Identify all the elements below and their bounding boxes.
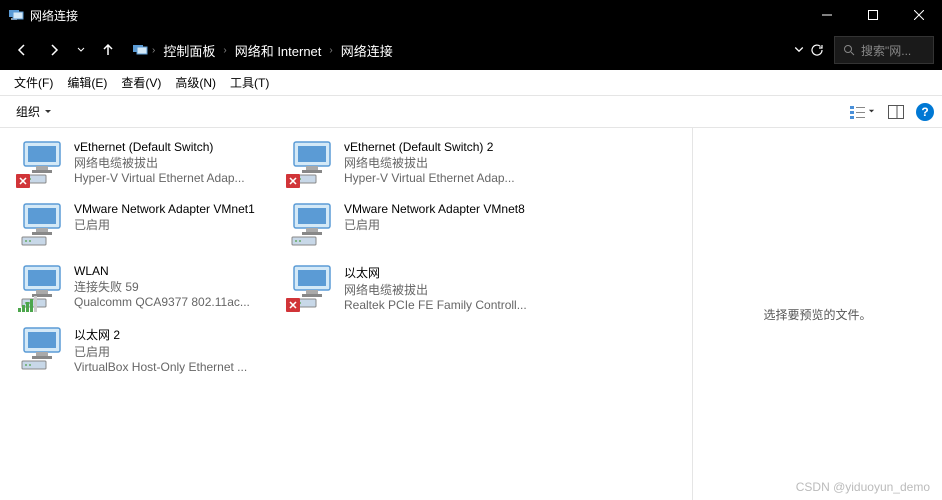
maximize-button[interactable] [850,0,896,30]
navigation-bar: › 控制面板 › 网络和 Internet › 网络连接 搜索"网... [0,30,942,70]
connection-device: Qualcomm QCA9377 802.11ac... [74,295,280,309]
title-bar: 网络连接 [0,0,942,30]
organize-button[interactable]: 组织 [8,100,60,123]
connection-status: 网络电缆被拔出 [344,154,550,171]
preview-pane-icon [888,105,904,119]
menu-view[interactable]: 查看(V) [115,72,167,93]
watermark: CSDN @yiduoyun_demo [796,480,930,494]
connection-device: Realtek PCIe FE Family Controll... [344,298,550,312]
connection-name: vEthernet (Default Switch) [74,140,280,154]
connection-status: 已启用 [344,216,550,233]
preview-empty-text: 选择要预览的文件。 [763,306,871,323]
connection-name: VMware Network Adapter VMnet1 [74,202,280,216]
connection-status: 连接失败 59 [74,278,280,295]
network-adapter-icon [18,264,66,312]
connection-device: VirtualBox Host-Only Ethernet ... [74,360,280,374]
connection-name: VMware Network Adapter VMnet8 [344,202,550,216]
connection-status: 已启用 [74,216,280,233]
search-placeholder: 搜索"网... [861,42,911,59]
chevron-right-icon: › [152,45,155,56]
menu-bar: 文件(F) 编辑(E) 查看(V) 高级(N) 工具(T) [0,70,942,96]
up-button[interactable] [94,36,122,64]
forward-button[interactable] [40,36,68,64]
help-button[interactable]: ? [916,103,934,121]
close-button[interactable] [896,0,942,30]
connection-device: Hyper-V Virtual Ethernet Adap... [344,171,550,185]
connection-device: Hyper-V Virtual Ethernet Adap... [74,171,280,185]
toolbar: 组织 ? [0,96,942,128]
disconnected-icon: ✕ [286,298,300,312]
connection-item[interactable]: ✕ vEthernet (Default Switch) 2 网络电缆被拔出 H… [284,138,554,200]
network-adapter-icon: ✕ [288,140,336,188]
connection-status: 已启用 [74,343,280,360]
network-adapter-icon [288,202,336,250]
chevron-down-icon[interactable] [794,45,804,55]
preview-pane-button[interactable] [882,100,910,124]
menu-tools[interactable]: 工具(T) [224,72,275,93]
preview-pane: 选择要预览的文件。 [692,128,942,500]
location-icon [132,42,148,58]
breadcrumb-item[interactable]: 控制面板 [159,39,219,62]
refresh-icon[interactable] [810,43,824,57]
chevron-right-icon: › [223,45,226,56]
connection-item[interactable]: ✕ 以太网 网络电缆被拔出 Realtek PCIe FE Family Con… [284,262,554,324]
disconnected-icon: ✕ [286,174,300,188]
back-button[interactable] [8,36,36,64]
network-adapter-icon: ✕ [18,140,66,188]
connection-status: 网络电缆被拔出 [344,281,550,298]
connections-list: ✕ vEthernet (Default Switch) 网络电缆被拔出 Hyp… [0,128,692,500]
chevron-down-icon [44,108,52,116]
recent-dropdown[interactable] [72,36,90,64]
chevron-down-icon [868,108,875,115]
address-bar[interactable]: › 控制面板 › 网络和 Internet › 网络连接 [126,36,830,64]
search-icon [843,44,855,56]
disconnected-icon: ✕ [16,174,30,188]
search-input[interactable]: 搜索"网... [834,36,934,64]
network-adapter-icon [18,202,66,250]
network-adapter-icon [18,326,66,374]
connection-item[interactable]: ✕ vEthernet (Default Switch) 网络电缆被拔出 Hyp… [14,138,284,200]
wifi-signal-icon [18,296,37,312]
network-adapter-icon: ✕ [288,264,336,312]
connection-name: 以太网 2 [74,326,280,343]
window-title: 网络连接 [30,7,804,24]
connection-item[interactable]: WLAN 连接失败 59 Qualcomm QCA9377 802.11ac..… [14,262,284,324]
minimize-button[interactable] [804,0,850,30]
chevron-right-icon: › [329,45,332,56]
connection-status: 网络电缆被拔出 [74,154,280,171]
app-icon [8,7,24,23]
menu-edit[interactable]: 编辑(E) [61,72,113,93]
breadcrumb-item[interactable]: 网络和 Internet [231,39,326,62]
connection-item[interactable]: VMware Network Adapter VMnet1 已启用 [14,200,284,262]
connection-item[interactable]: VMware Network Adapter VMnet8 已启用 [284,200,554,262]
connection-item[interactable]: 以太网 2 已启用 VirtualBox Host-Only Ethernet … [14,324,284,386]
menu-advanced[interactable]: 高级(N) [169,72,222,93]
view-mode-button[interactable] [842,100,882,124]
menu-file[interactable]: 文件(F) [8,72,59,93]
connection-name: WLAN [74,264,280,278]
connection-name: 以太网 [344,264,550,281]
connection-name: vEthernet (Default Switch) 2 [344,140,550,154]
breadcrumb-item[interactable]: 网络连接 [337,39,397,62]
view-icon [850,105,866,119]
